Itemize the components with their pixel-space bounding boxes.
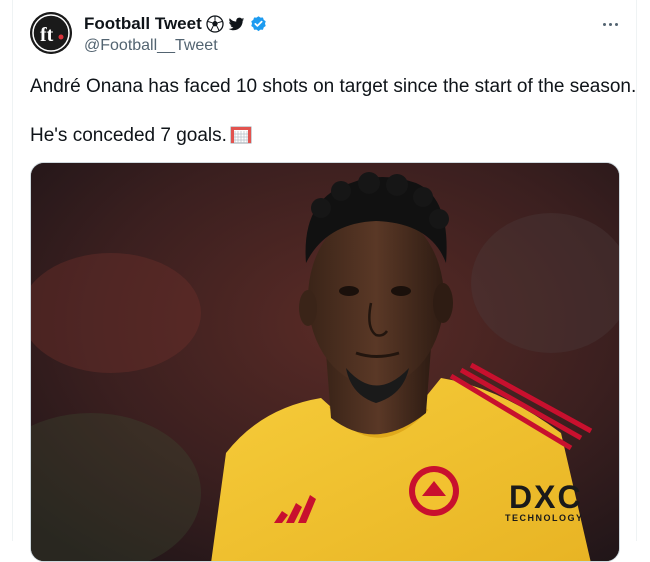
soccer-ball-icon (206, 15, 224, 33)
svg-text:TECHNOLOGY: TECHNOLOGY (505, 513, 584, 523)
tweet-line-1: André Onana has faced 10 shots on target… (30, 76, 637, 97)
tweet-text: André Onana has faced 10 shots on target… (30, 75, 636, 148)
svg-text:ft: ft (40, 24, 54, 46)
tweet-line-2: He's conceded 7 goals. (30, 124, 636, 148)
tweet-media-image[interactable]: DXC TECHNOLOGY (30, 162, 620, 562)
author-name-row: Football Tweet (84, 14, 268, 34)
display-name[interactable]: Football Tweet (84, 14, 202, 34)
goal-net-icon (230, 126, 252, 144)
svg-text:DXC: DXC (509, 479, 583, 515)
author-handle[interactable]: @Football__Tweet (84, 37, 218, 55)
avatar[interactable]: ft (30, 12, 72, 54)
more-options-icon[interactable] (598, 14, 622, 34)
tweet-line-2-text: He's conceded 7 goals. (30, 125, 227, 146)
verified-badge-icon[interactable] (249, 15, 268, 34)
bird-icon (228, 17, 245, 30)
